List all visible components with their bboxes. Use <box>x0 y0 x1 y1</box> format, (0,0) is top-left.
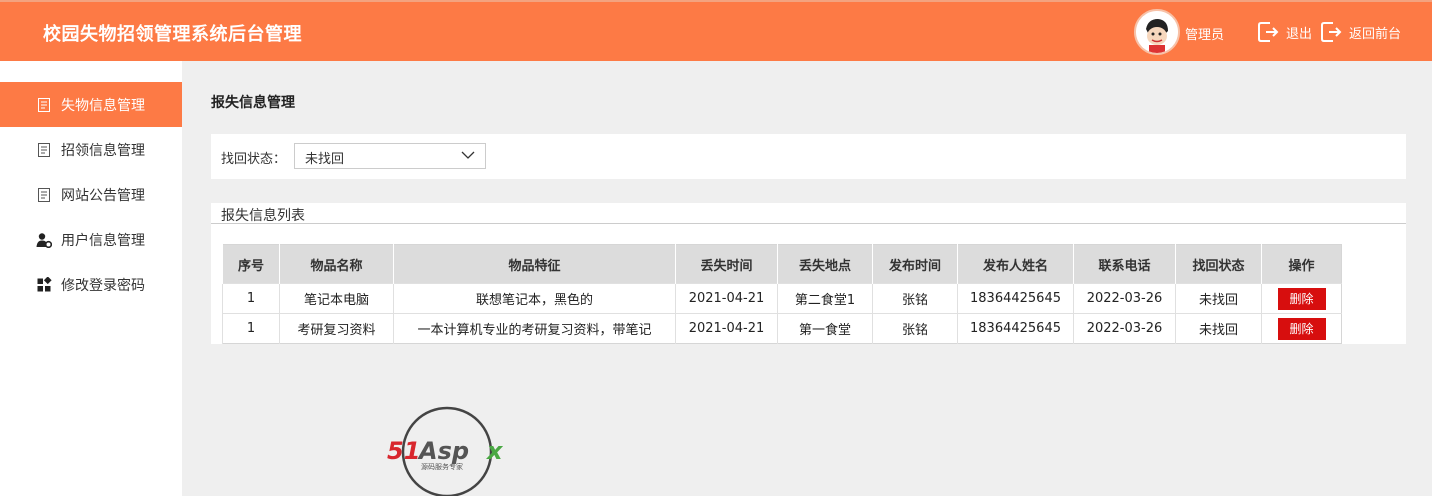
status-select[interactable]: 未找回 <box>294 143 486 169</box>
delete-button[interactable]: 删除 <box>1277 317 1326 340</box>
status-select-value: 未找回 <box>305 152 345 167</box>
front-page-button[interactable]: 返回前台 <box>1319 20 1401 44</box>
document-icon <box>38 97 50 112</box>
status-filter-label: 找回状态： <box>221 152 287 167</box>
cell-item-feature: 联想笔记本，黑色的 <box>393 283 676 314</box>
column-header: 联系电话 <box>1073 244 1176 284</box>
filter-bar: 找回状态： 未找回 查询 <box>211 134 1406 301</box>
sidebar-item-lost-info[interactable]: 失物信息管理 <box>0 82 182 127</box>
sidebar: 失物信息管理 招领信息管理 网站公告管理 用户信息管理 修改登录密码 <box>0 61 182 496</box>
column-header: 物品名称 <box>279 244 394 284</box>
avatar[interactable] <box>1134 9 1180 55</box>
cell-item-name: 考研复习资料 <box>279 313 394 344</box>
column-header: 序号 <box>222 244 280 284</box>
cell-lost-time: 2021-04-21 <box>675 283 778 314</box>
lost-items-table: 序号 物品名称 物品特征 丢失时间 丢失地点 发布时间 发布人姓名 联系电话 找… <box>222 244 1342 344</box>
document-icon <box>38 187 50 202</box>
cell-actions: 删除 <box>1261 313 1342 344</box>
grid-icon <box>37 276 52 291</box>
column-header: 发布人姓名 <box>957 244 1074 284</box>
column-header: 发布时间 <box>872 244 958 284</box>
logout-button[interactable]: 退出 <box>1256 20 1312 44</box>
column-header: 物品特征 <box>393 244 676 284</box>
table-row: 1 考研复习资料 一本计算机专业的考研复习资料，带笔记 2021-04-21 第… <box>222 313 1342 344</box>
cell-publisher-name: 18364425645 <box>957 313 1074 344</box>
avatar-icon <box>1136 11 1178 53</box>
sidebar-item-claim-info[interactable]: 招领信息管理 <box>0 127 182 172</box>
column-header: 丢失时间 <box>675 244 778 284</box>
sidebar-item-label: 修改登录密码 <box>61 277 145 294</box>
cell-lost-time: 2021-04-21 <box>675 313 778 344</box>
top-header: 校园失物招领管理系统后台管理 管理员 退出 返回前台 <box>0 0 1432 61</box>
user-label: 管理员 <box>1185 28 1225 43</box>
table-header-row: 序号 物品名称 物品特征 丢失时间 丢失地点 发布时间 发布人姓名 联系电话 找… <box>222 244 1342 284</box>
app-title: 校园失物招领管理系统后台管理 <box>43 24 302 45</box>
column-header: 丢失地点 <box>777 244 873 284</box>
svg-text:Asp: Asp <box>417 437 469 465</box>
cell-publisher: 张铭 <box>872 313 958 344</box>
sidebar-item-label: 网站公告管理 <box>61 187 145 204</box>
divider <box>211 223 1406 224</box>
delete-button[interactable]: 删除 <box>1277 287 1326 310</box>
document-icon <box>38 142 50 157</box>
list-title: 报失信息列表 <box>221 208 305 224</box>
cell-actions: 删除 <box>1261 283 1342 314</box>
sidebar-item-label: 招领信息管理 <box>61 142 145 159</box>
table-row: 1 笔记本电脑 联想笔记本，黑色的 2021-04-21 第二食堂1 张铭 18… <box>222 283 1342 314</box>
sidebar-item-users[interactable]: 用户信息管理 <box>0 217 182 262</box>
cell-item-feature: 一本计算机专业的考研复习资料，带笔记 <box>393 313 676 344</box>
chevron-down-icon <box>461 151 475 159</box>
front-page-label: 返回前台 <box>1349 26 1402 42</box>
sidebar-item-label: 失物信息管理 <box>61 97 145 114</box>
cell-index: 1 <box>222 313 280 344</box>
cell-status: 未找回 <box>1175 283 1262 314</box>
cell-phone: 2022-03-26 <box>1073 283 1176 314</box>
column-header: 找回状态 <box>1175 244 1262 284</box>
lost-list-panel: 报失信息列表 序号 物品名称 物品特征 丢失时间 丢失地点 发布时间 发布人姓名… <box>211 203 1406 344</box>
column-header: 操作 <box>1261 244 1342 284</box>
sidebar-item-label: 用户信息管理 <box>61 232 145 249</box>
cell-lost-place: 第一食堂 <box>777 313 873 344</box>
svg-text:x: x <box>486 437 504 465</box>
cell-phone: 2022-03-26 <box>1073 313 1176 344</box>
sidebar-item-announcements[interactable]: 网站公告管理 <box>0 172 182 217</box>
user-gear-icon <box>36 232 52 248</box>
cell-index: 1 <box>222 283 280 314</box>
logout-label: 退出 <box>1286 26 1313 42</box>
cell-status: 未找回 <box>1175 313 1262 344</box>
watermark-logo: 51 Asp x 源码服务专家 <box>387 406 504 496</box>
cell-publisher-name: 18364425645 <box>957 283 1074 314</box>
exit-icon <box>1321 22 1342 42</box>
sidebar-item-change-password[interactable]: 修改登录密码 <box>0 262 182 307</box>
logout-icon <box>1258 22 1279 42</box>
cell-item-name: 笔记本电脑 <box>279 283 394 314</box>
page-title: 报失信息管理 <box>211 95 295 111</box>
cell-lost-place: 第二食堂1 <box>777 283 873 314</box>
svg-text:51: 51 <box>387 437 420 465</box>
cell-publisher: 张铭 <box>872 283 958 314</box>
svg-text:源码服务专家: 源码服务专家 <box>421 462 463 471</box>
